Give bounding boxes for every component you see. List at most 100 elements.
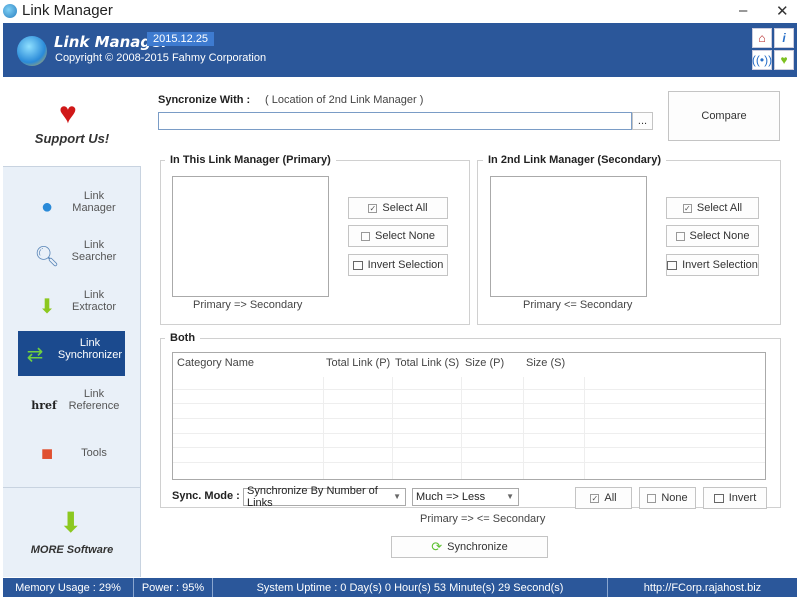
nav-label: Link [83, 388, 105, 400]
sync-location-input[interactable] [158, 112, 632, 130]
broadcast-icon[interactable]: ((•)) [752, 50, 772, 70]
primary-list[interactable] [172, 176, 329, 297]
both-all-button[interactable]: ✓ All [575, 487, 632, 509]
globe-icon: ● [40, 195, 54, 218]
button-label: Invert [728, 492, 757, 504]
compare-button[interactable]: Compare [668, 91, 780, 141]
grid-line [173, 433, 765, 434]
nav-label: Link [83, 190, 105, 202]
version-badge: 2015.12.25 [147, 32, 215, 46]
button-label: Invert Selection [682, 259, 758, 271]
primary-title: In This Link Manager (Primary) [165, 154, 336, 166]
system-uptime: System Uptime : 0 Day(s) 0 Hour(s) 53 Mi… [213, 578, 608, 597]
button-label: Select None [375, 230, 435, 242]
nav-label: Link [79, 337, 101, 349]
checkbox-empty-icon [675, 231, 685, 241]
sidebar-item-link-synchronizer[interactable]: ⇄ Link Synchronizer [18, 331, 125, 376]
invert-icon [713, 493, 724, 503]
invert-icon [352, 260, 363, 270]
column-header[interactable]: Size (S) [526, 357, 565, 369]
support-label: Support Us! [34, 131, 110, 146]
checkbox-empty-icon [647, 493, 657, 503]
chevron-down-icon: ▼ [393, 492, 401, 501]
sync-icon: ⟳ [431, 539, 443, 554]
grid-line [323, 377, 324, 479]
primary-select-none-button[interactable]: Select None [348, 225, 448, 247]
button-label: Invert Selection [367, 259, 444, 271]
checkbox-checked-icon: ✓ [590, 493, 600, 503]
support-us-button[interactable]: ♥ Support Us! [3, 79, 141, 167]
sync-mode-label: Sync. Mode : [172, 490, 240, 502]
sidebar-item-tools[interactable]: ■ Tools [18, 431, 125, 476]
cubes-icon: ■ [40, 442, 54, 465]
home-icon[interactable]: ⌂ [752, 28, 772, 48]
secondary-list[interactable] [490, 176, 647, 297]
button-label: Select All [696, 202, 743, 214]
info-icon[interactable]: i [774, 28, 794, 48]
grid-line [461, 377, 462, 479]
column-header[interactable]: Total Link (S) [395, 357, 459, 369]
secondary-invert-button[interactable]: Invert Selection [666, 254, 759, 276]
select-value: Much => Less [416, 491, 486, 503]
status-bar: Memory Usage : 29% Power : 95% System Up… [3, 578, 797, 597]
sidebar-item-link-searcher[interactable]: 🔍︎ Link Searcher [18, 233, 125, 278]
href-icon: href [31, 398, 57, 412]
checkbox-checked-icon: ✓ [368, 203, 378, 213]
title-bar: Link Manager – ✕ [0, 0, 800, 22]
app-header: Link Manager 2015.12.25 Copyright © 2008… [3, 23, 797, 77]
select-value: Synchronize By Number of Links [247, 485, 378, 509]
primary-invert-button[interactable]: Invert Selection [348, 254, 448, 276]
grid-line [392, 377, 393, 479]
window-title: Link Manager [22, 2, 113, 19]
sync-hint: ( Location of 2nd Link Manager ) [265, 94, 424, 106]
grid-line [173, 389, 765, 390]
column-header[interactable]: Size (P) [465, 357, 504, 369]
secondary-select-none-button[interactable]: Select None [666, 225, 759, 247]
primary-direction: Primary => Secondary [193, 299, 303, 311]
secondary-select-all-button[interactable]: ✓ Select All [666, 197, 759, 219]
synchronize-button[interactable]: ⟳ Synchronize [391, 536, 548, 558]
category-table[interactable]: Category Name Total Link (P) Total Link … [172, 352, 766, 480]
checkbox-checked-icon: ✓ [682, 203, 692, 213]
download-icon: ⬇ [38, 295, 56, 318]
sidebar-item-link-extractor[interactable]: ⬇ Link Extractor [18, 283, 125, 328]
close-button[interactable]: ✕ [776, 2, 789, 20]
app-icon [3, 4, 17, 18]
sync-mode-select[interactable]: Synchronize By Number of Links ▼ [243, 485, 406, 509]
heart-plus-icon[interactable]: ♥ [774, 50, 794, 70]
column-header[interactable]: Total Link (P) [326, 357, 390, 369]
website-link[interactable]: http://FCorp.rajahost.biz [608, 578, 797, 597]
button-label: Select None [689, 230, 750, 242]
magnifier-icon: 🔍︎ [34, 245, 60, 268]
sidebar-item-link-manager[interactable]: ● Link Manager [18, 184, 125, 229]
both-none-button[interactable]: None [639, 487, 696, 509]
sidebar: ♥ Support Us! ● Link Manager 🔍︎ Link Searc… [3, 79, 141, 577]
nav-label: Reference [68, 400, 120, 412]
download-arrow-icon: ⬇ [59, 507, 83, 538]
sidebar-item-link-reference[interactable]: href Link Reference [18, 382, 125, 427]
nav-label: Link [83, 239, 105, 251]
grid-line [173, 447, 765, 448]
more-software-label: MORE Software [30, 544, 114, 556]
both-invert-button[interactable]: Invert [703, 487, 767, 509]
primary-select-all-button[interactable]: ✓ Select All [348, 197, 448, 219]
power-status: Power : 95% [134, 578, 213, 597]
nav-label: Link [83, 289, 105, 301]
column-header[interactable]: Category Name [177, 357, 254, 369]
button-label: Synchronize [447, 541, 508, 553]
sync-with-label: Syncronize With : [158, 94, 251, 106]
app-logo-icon [17, 36, 47, 66]
nav-label: Searcher [71, 251, 117, 263]
browse-button[interactable]: ... [632, 112, 653, 130]
both-direction: Primary => <= Secondary [420, 513, 546, 525]
secondary-direction: Primary <= Secondary [523, 299, 633, 311]
secondary-title: In 2nd Link Manager (Secondary) [483, 154, 666, 166]
sync-order-select[interactable]: Much => Less ▼ [412, 488, 519, 506]
minimize-button[interactable]: – [739, 2, 747, 19]
nav-label: Synchronizer [57, 349, 123, 361]
more-software-button[interactable]: ⬇ MORE Software [3, 487, 141, 577]
grid-line [584, 377, 585, 479]
copyright: Copyright © 2008-2015 Fahmy Corporation [55, 52, 267, 64]
grid-line [173, 403, 765, 404]
button-label: All [604, 492, 617, 504]
